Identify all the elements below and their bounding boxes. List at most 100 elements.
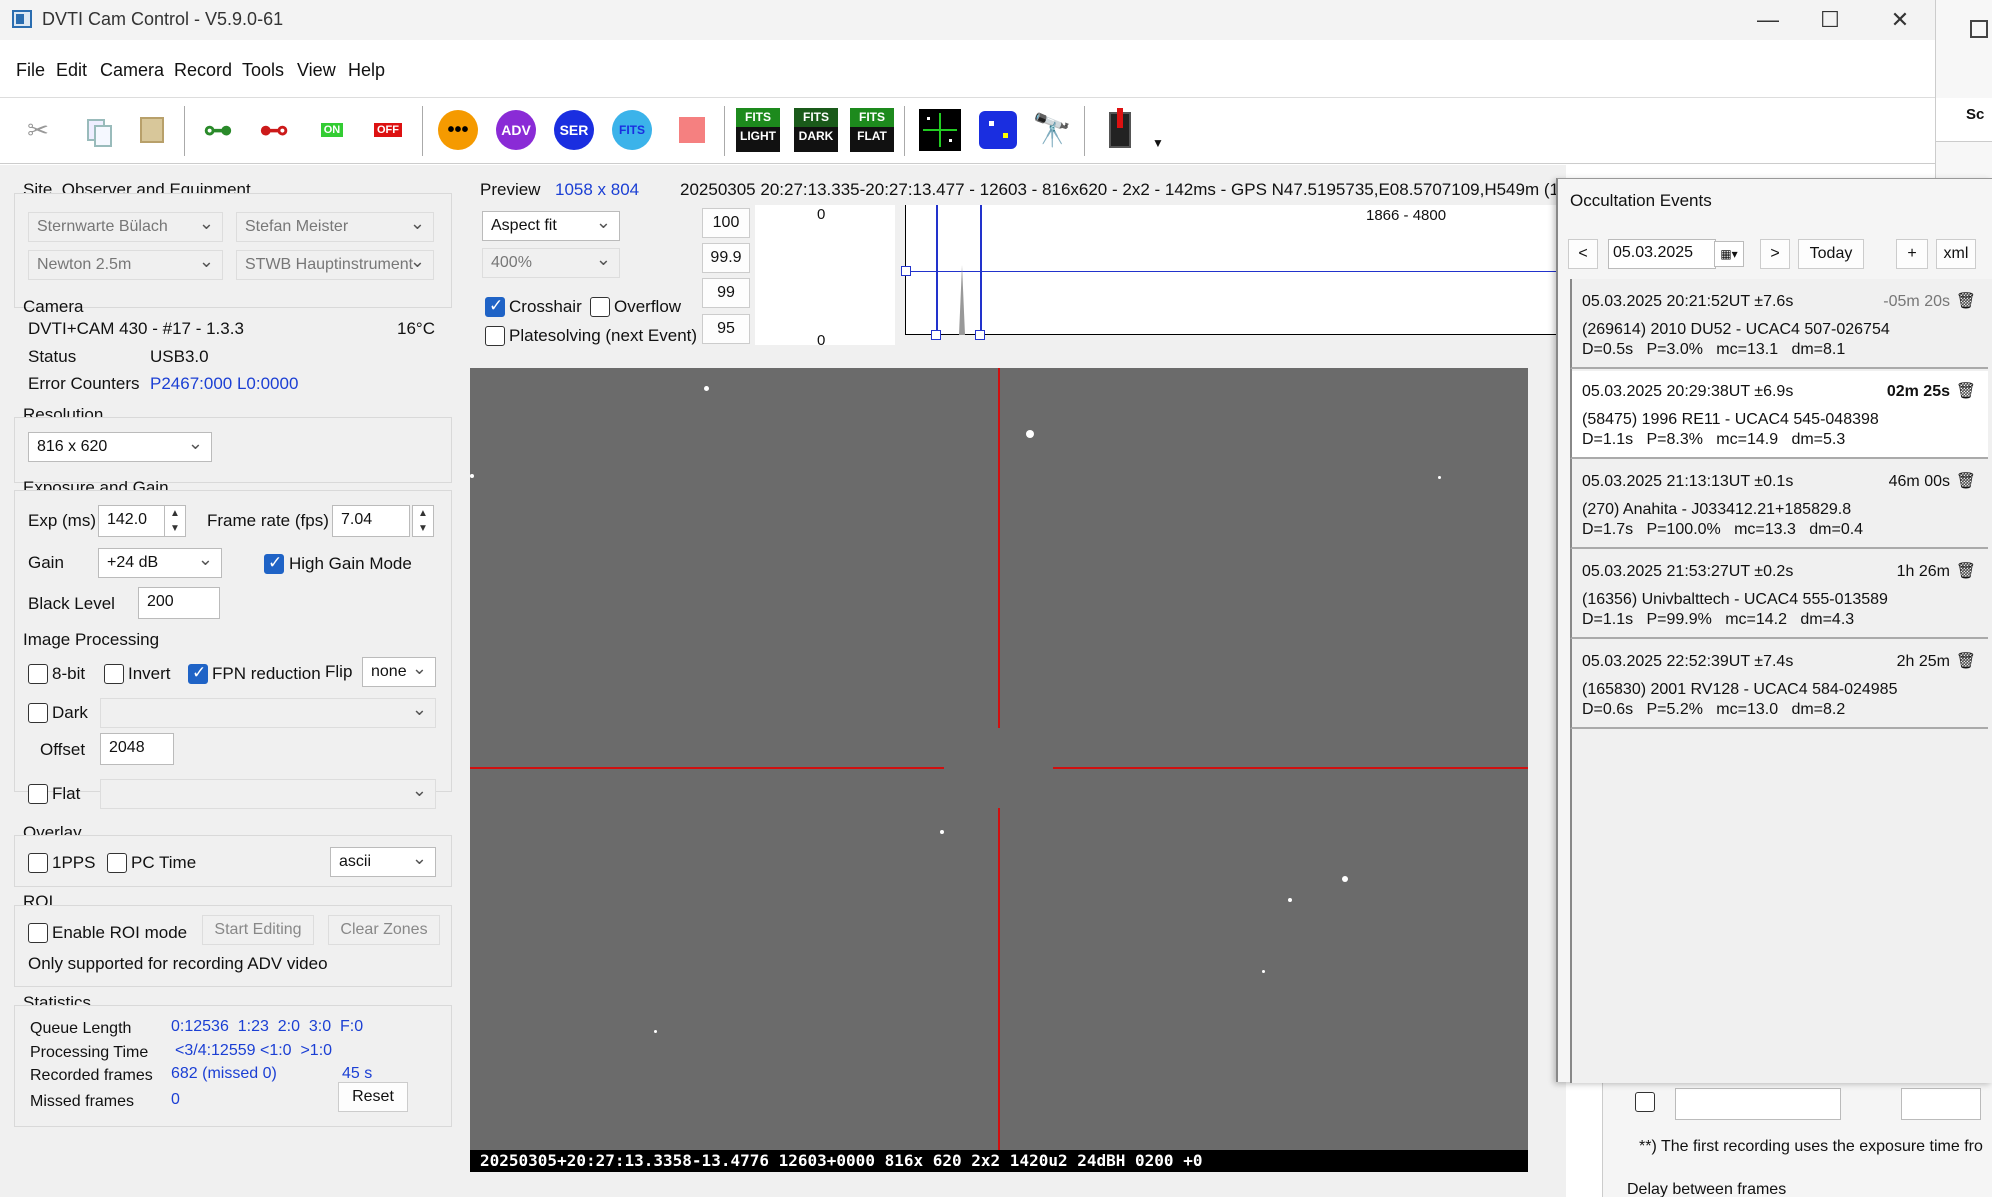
menu-help[interactable]: Help — [348, 60, 385, 81]
eight-bit-checkbox[interactable] — [28, 664, 48, 684]
flat-frame-select[interactable] — [100, 779, 436, 809]
star-field-icon[interactable] — [918, 108, 962, 152]
reset-button[interactable]: Reset — [338, 1082, 408, 1112]
camera-preview-image[interactable] — [470, 368, 1528, 1172]
bg-checkbox[interactable] — [1635, 1092, 1655, 1112]
next-day-button[interactable]: > — [1760, 239, 1790, 269]
previous-day-button[interactable]: < — [1568, 239, 1598, 269]
fits-dark-button[interactable]: FITS DARK — [794, 108, 838, 152]
trash-icon[interactable]: 🗑 — [1956, 291, 1976, 311]
date-picker[interactable]: 05.03.2025 — [1608, 239, 1716, 269]
black-level-input[interactable]: 200 — [138, 587, 220, 619]
histogram-handle-low[interactable] — [931, 330, 941, 340]
calendar-icon[interactable]: ▦▾ — [1714, 241, 1744, 267]
fits-format-button[interactable]: FITS — [610, 108, 654, 152]
clear-zones-button[interactable]: Clear Zones — [328, 915, 440, 945]
gain-select[interactable]: +24 dB — [98, 548, 222, 578]
histogram-handle-high[interactable] — [975, 330, 985, 340]
overlay-format-select[interactable]: ascii — [330, 847, 436, 877]
record-off-icon[interactable]: OFF — [366, 108, 410, 152]
bg-tab-label[interactable]: Sc — [1966, 106, 1984, 123]
exposure-input[interactable]: 142.0 — [98, 505, 168, 537]
platesolving-label: Platesolving (next Event) — [509, 326, 698, 345]
level-95-button[interactable]: 95 — [702, 314, 750, 344]
high-gain-checkbox[interactable] — [264, 553, 284, 574]
level-99-9-button[interactable]: 99.9 — [702, 243, 750, 273]
maximize-button[interactable]: ☐ — [1800, 4, 1860, 36]
event-item[interactable]: 05.03.2025 21:53:27UT ±0.2s 1h 26m 🗑 (16… — [1570, 551, 1988, 639]
aspect-fit-select[interactable]: Aspect fit — [482, 211, 620, 241]
fpn-reduction-label: FPN reduction — [212, 664, 321, 683]
menu-camera[interactable]: Camera — [100, 60, 164, 81]
cut-icon[interactable]: ✂ — [16, 108, 60, 152]
zoom-select[interactable]: 400% — [482, 248, 620, 278]
pps-checkbox[interactable] — [28, 853, 48, 873]
add-event-button[interactable]: + — [1896, 239, 1928, 269]
trash-icon[interactable]: 🗑 — [1956, 471, 1976, 491]
fpn-reduction-checkbox[interactable] — [188, 663, 208, 684]
exposure-stepper[interactable]: ▲ ▼ — [164, 505, 186, 537]
bg-input[interactable] — [1675, 1088, 1841, 1120]
enable-roi-checkbox[interactable] — [28, 923, 48, 943]
xml-export-button[interactable]: xml — [1936, 239, 1976, 269]
menu-file[interactable]: File — [16, 60, 45, 81]
bg-input-2[interactable] — [1901, 1088, 1981, 1120]
histogram-side-panel — [755, 205, 895, 345]
platesolving-checkbox[interactable] — [485, 326, 505, 346]
ser-format-button[interactable]: SER — [552, 108, 596, 152]
trash-icon[interactable]: 🗑 — [1956, 651, 1976, 671]
histogram-high-marker[interactable] — [980, 205, 982, 335]
level-100-button[interactable]: 100 — [702, 208, 750, 238]
record-on-icon[interactable]: ON — [310, 108, 354, 152]
more-options-icon[interactable]: ••• — [436, 108, 480, 152]
telescope-select[interactable]: Newton 2.5m — [28, 250, 223, 280]
menu-tools[interactable]: Tools — [242, 60, 284, 81]
copy-icon[interactable] — [74, 108, 118, 152]
stop-icon[interactable] — [670, 108, 714, 152]
event-item[interactable]: 05.03.2025 20:21:52UT ±7.6s -05m 20s 🗑 (… — [1570, 281, 1988, 369]
resolution-select[interactable]: 816 x 620 — [28, 432, 212, 462]
level-99-button[interactable]: 99 — [702, 278, 750, 308]
frame-rate-stepper[interactable]: ▲ ▼ — [412, 505, 434, 537]
trash-icon[interactable]: 🗑 — [1956, 561, 1976, 581]
menu-edit[interactable]: Edit — [56, 60, 87, 81]
paste-icon[interactable] — [130, 108, 174, 152]
toolbar-overflow-icon[interactable]: ▼ — [1152, 136, 1164, 150]
observer-select[interactable]: Stefan Meister — [236, 212, 434, 242]
frame-rate-input[interactable]: 7.04 — [332, 505, 410, 537]
dark-frame-select[interactable] — [100, 698, 436, 728]
histogram-plot[interactable]: 1866 - 4800 — [901, 205, 1557, 340]
flip-select[interactable]: none — [362, 657, 436, 687]
histogram-low-marker[interactable] — [936, 205, 938, 335]
event-countdown: 02m 25s — [1886, 383, 1950, 400]
disconnect-plug-icon[interactable]: ⊷ — [252, 108, 296, 152]
histogram-handle-left[interactable] — [901, 266, 911, 276]
telescope-icon[interactable]: 🔭 — [1030, 108, 1074, 152]
menu-view[interactable]: View — [297, 60, 336, 81]
device-chip-icon[interactable] — [1098, 108, 1142, 152]
platesolve-icon[interactable] — [976, 108, 1020, 152]
instrument-select[interactable]: STWB Hauptinstrument — [236, 250, 434, 280]
invert-checkbox[interactable] — [104, 664, 124, 684]
connect-plug-icon[interactable]: ⊶ — [196, 108, 240, 152]
event-item[interactable]: 05.03.2025 21:13:13UT ±0.1s 46m 00s 🗑 (2… — [1570, 461, 1988, 549]
fits-light-button[interactable]: FITS LIGHT — [736, 108, 780, 152]
event-item[interactable]: 05.03.2025 22:52:39UT ±7.4s 2h 25m 🗑 (16… — [1570, 641, 1988, 729]
adv-format-button[interactable]: ADV — [494, 108, 538, 152]
today-button[interactable]: Today — [1798, 239, 1864, 269]
menu-record[interactable]: Record — [174, 60, 232, 81]
start-editing-button[interactable]: Start Editing — [202, 915, 314, 945]
fits-flat-button[interactable]: FITS FLAT — [850, 108, 894, 152]
flat-checkbox[interactable] — [28, 784, 48, 804]
left-panel: Site, Observer and Equipment Sternwarte … — [0, 165, 466, 1197]
trash-icon[interactable]: 🗑 — [1956, 381, 1976, 401]
pc-time-checkbox[interactable] — [107, 853, 127, 873]
site-select[interactable]: Sternwarte Bülach — [28, 212, 223, 242]
offset-input[interactable]: 2048 — [100, 733, 174, 765]
event-item[interactable]: 05.03.2025 20:29:38UT ±6.9s 02m 25s 🗑 (5… — [1570, 371, 1988, 459]
overflow-checkbox[interactable] — [590, 297, 610, 317]
minimize-button[interactable]: — — [1738, 4, 1798, 36]
dark-checkbox[interactable] — [28, 703, 48, 723]
crosshair-checkbox[interactable] — [485, 296, 505, 317]
close-button[interactable]: ✕ — [1870, 4, 1930, 36]
